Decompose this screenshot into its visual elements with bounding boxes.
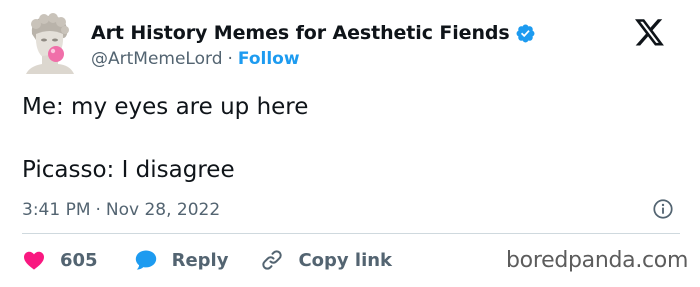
boredpanda-watermark: boredpanda.com xyxy=(506,248,689,273)
like-count: 605 xyxy=(60,249,98,271)
heart-icon xyxy=(24,251,44,270)
author-handle-row: @ArtMemeLord · Follow xyxy=(91,48,300,70)
tweet-actions: 605 Reply Copy link xyxy=(22,246,392,274)
follow-button[interactable]: Follow xyxy=(238,49,300,69)
author-handle[interactable]: @ArtMemeLord xyxy=(91,49,222,69)
x-logo-icon[interactable] xyxy=(635,19,665,47)
author-name-row: Art History Memes for Aesthetic Fiends xyxy=(91,21,536,45)
info-icon[interactable] xyxy=(652,198,674,220)
tweet-date[interactable]: Nov 28, 2022 xyxy=(106,200,220,220)
tweet-time[interactable]: 3:41 PM xyxy=(22,200,91,220)
avatar[interactable] xyxy=(22,12,78,74)
verified-badge-icon xyxy=(516,24,535,42)
timestamp-separator: · xyxy=(95,200,101,220)
tweet-text-line-1: Me: my eyes are up here xyxy=(22,94,309,120)
like-button[interactable]: 605 xyxy=(22,248,98,272)
tweet-timestamp: 3:41 PM · Nov 28, 2022 xyxy=(22,198,220,222)
link-icon xyxy=(262,250,283,270)
speech-bubble-icon xyxy=(135,250,156,270)
reply-label: Reply xyxy=(171,249,229,271)
reply-button[interactable]: Reply xyxy=(134,248,229,272)
copy-link-button[interactable]: Copy link xyxy=(260,248,392,272)
david-statue-avatar-icon xyxy=(26,13,74,74)
author-display-name[interactable]: Art History Memes for Aesthetic Fiends xyxy=(91,22,510,44)
copy-link-label: Copy link xyxy=(298,249,393,271)
divider xyxy=(22,233,680,234)
handle-separator: · xyxy=(227,49,233,69)
tweet-text-line-2: Picasso: I disagree xyxy=(22,157,235,183)
